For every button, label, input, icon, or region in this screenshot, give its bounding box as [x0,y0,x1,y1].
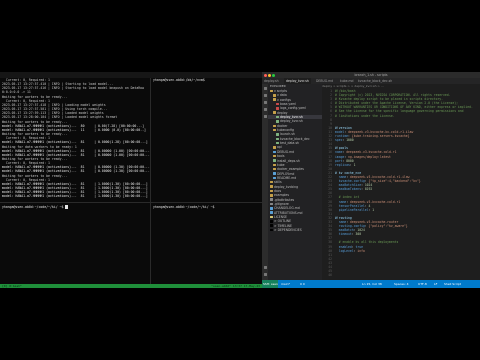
code-editor-window[interactable]: branch_1.sh - scripts deploy.sh deploy_kv… [262,72,480,288]
code-token: # limitations under the License. [335,113,395,118]
code-token: maxNumTokens [335,187,362,192]
file-type-icon [270,180,273,184]
code-token: logLevel [335,248,354,253]
editor-status-bar: SSH: ssen main* 0 0 Ln 15, Col 38 Spaces… [262,280,480,288]
file-type-icon [273,128,276,132]
line-number: 46 [328,273,332,278]
file-type-icon [270,89,273,93]
language-mode[interactable]: Shell Script [444,280,461,288]
tmux-pane-bottom-right[interactable]: yhanga@ssen-ab0d:~/code/~/ki/ ~$ [151,203,262,284]
gear-icon[interactable] [263,273,267,276]
code-token: timeout [335,232,352,237]
tmux-pane-top-left[interactable]: Current: 0, Required: 1 2023-05-17 13:27:… [0,78,150,202]
code-token: replicas [335,162,350,167]
account-icon[interactable] [263,266,267,269]
shell-prompt: yhanga@ssen-ab0d:~/code/~/ki/ ~$ [153,205,217,209]
terminal-output-line: model: HANA1-a7-HHHHH1 (activations)... … [2,140,148,145]
file-type-icon [276,115,279,119]
remote-label[interactable]: SSH: ssen [263,280,278,288]
file-type-icon [276,137,279,141]
code-token: info [357,248,365,253]
code-token: 1 [372,207,375,212]
file-type-icon [270,215,273,219]
file-type-icon [276,107,279,110]
explorer-item-label: test_data.sh [280,141,300,146]
terminal-output-line: model: HANA1-a7-HHHHH1 (activations)... … [2,169,150,174]
file-type-icon [273,146,276,149]
pane-prompt: yhanga@ssen-ab0d:/bk/~/nvm$ [153,78,209,82]
problems-count[interactable]: 0 0 [300,280,305,288]
tmux-pane-bottom-left[interactable]: yhanga@ssen-ab0d:~/code/~/ki/ ~$ [0,203,150,284]
tmux-status-bar: [0] 0:bash* "ssen-ab0d" 13:37 17-May-23 [0,284,262,288]
explorer-sidebar[interactable]: EXPLORER v scripts v data v configs base.ya… [268,84,322,280]
file-type-icon [273,150,276,154]
file-type-icon [270,220,273,223]
file-type-icon [270,228,273,232]
file-type-icon [270,189,273,193]
file-type-icon [276,120,279,123]
file-type-icon [273,154,276,158]
file-type-icon [273,172,276,175]
line-ending[interactable]: LF [434,280,437,288]
indent-setting[interactable]: Spaces: 4 [394,280,409,288]
extensions-icon[interactable] [263,115,267,118]
tmux-host-time: "ssen-ab0d" 13:37 17-May-23 [211,284,260,288]
code-token: 1000 [346,138,354,143]
code-token: 1 [353,162,356,167]
file-type-icon [270,224,273,227]
file-type-icon [273,167,276,171]
code-token: {"policy":"kv_aware"} [368,224,408,229]
terminal-output-line: model: HANA1-a7-HHHHH1 (activations)... … [2,194,148,199]
tmux-pane-top-right[interactable]: yhanga@ssen-ab0d:/bk/~/nvm$ [151,78,262,202]
code-token: {"tp_size":4,"backend":"kv"} [368,179,421,184]
file-type-icon [273,163,276,167]
source-control-icon[interactable] [263,101,267,104]
code-token: {kube.training.servers.kvcache} [351,134,410,139]
file-type-icon [276,102,279,106]
text-cursor [65,205,69,209]
code-token: ng-images/deploy:latest [348,154,391,159]
code-token: pipelineParallel [335,207,369,212]
git-branch[interactable]: main* [281,280,290,288]
code-line[interactable]: 46 [322,273,480,277]
explorer-item-label: > DEPENDENCIES [274,228,302,232]
file-type-icon [270,202,273,206]
file-encoding[interactable]: UTF-8 [418,280,427,288]
file-type-icon [273,176,276,180]
cursor-position[interactable]: Ln 15, Col 38 [362,280,382,288]
file-type-icon [273,124,276,127]
file-type-icon [270,194,273,197]
code-token: 300 [355,232,362,237]
shell-prompt: yhanga@ssen-ab0d:~/code/~/ki/ ~$ [2,205,66,209]
desktop-screen: Current: 0, Required: 1 2023-05-17 13:27:… [0,72,480,288]
file-type-icon [270,211,273,214]
file-type-icon [270,207,273,210]
file-type-icon [276,141,279,145]
terminal-window[interactable]: Current: 0, Required: 1 2023-05-17 13:27:… [0,72,262,288]
run-debug-icon[interactable] [263,108,267,111]
file-type-icon [276,133,279,136]
tmux-session-label: [0] 0:bash* [2,284,22,288]
file-type-icon [273,94,276,97]
file-type-icon [273,98,276,101]
file-type-icon [273,111,276,114]
file-type-icon [270,198,273,201]
files-icon[interactable] [263,87,267,90]
file-type-icon [270,185,273,188]
code-token: 8192 [364,187,373,192]
code-area[interactable]: 1 #!/bin/bash 2 # Copyright (c) 2023, NVIDI… [322,89,480,280]
explorer-item[interactable]: > DEPENDENCIES [268,228,322,232]
file-type-icon [273,159,276,162]
search-icon[interactable] [263,94,267,97]
